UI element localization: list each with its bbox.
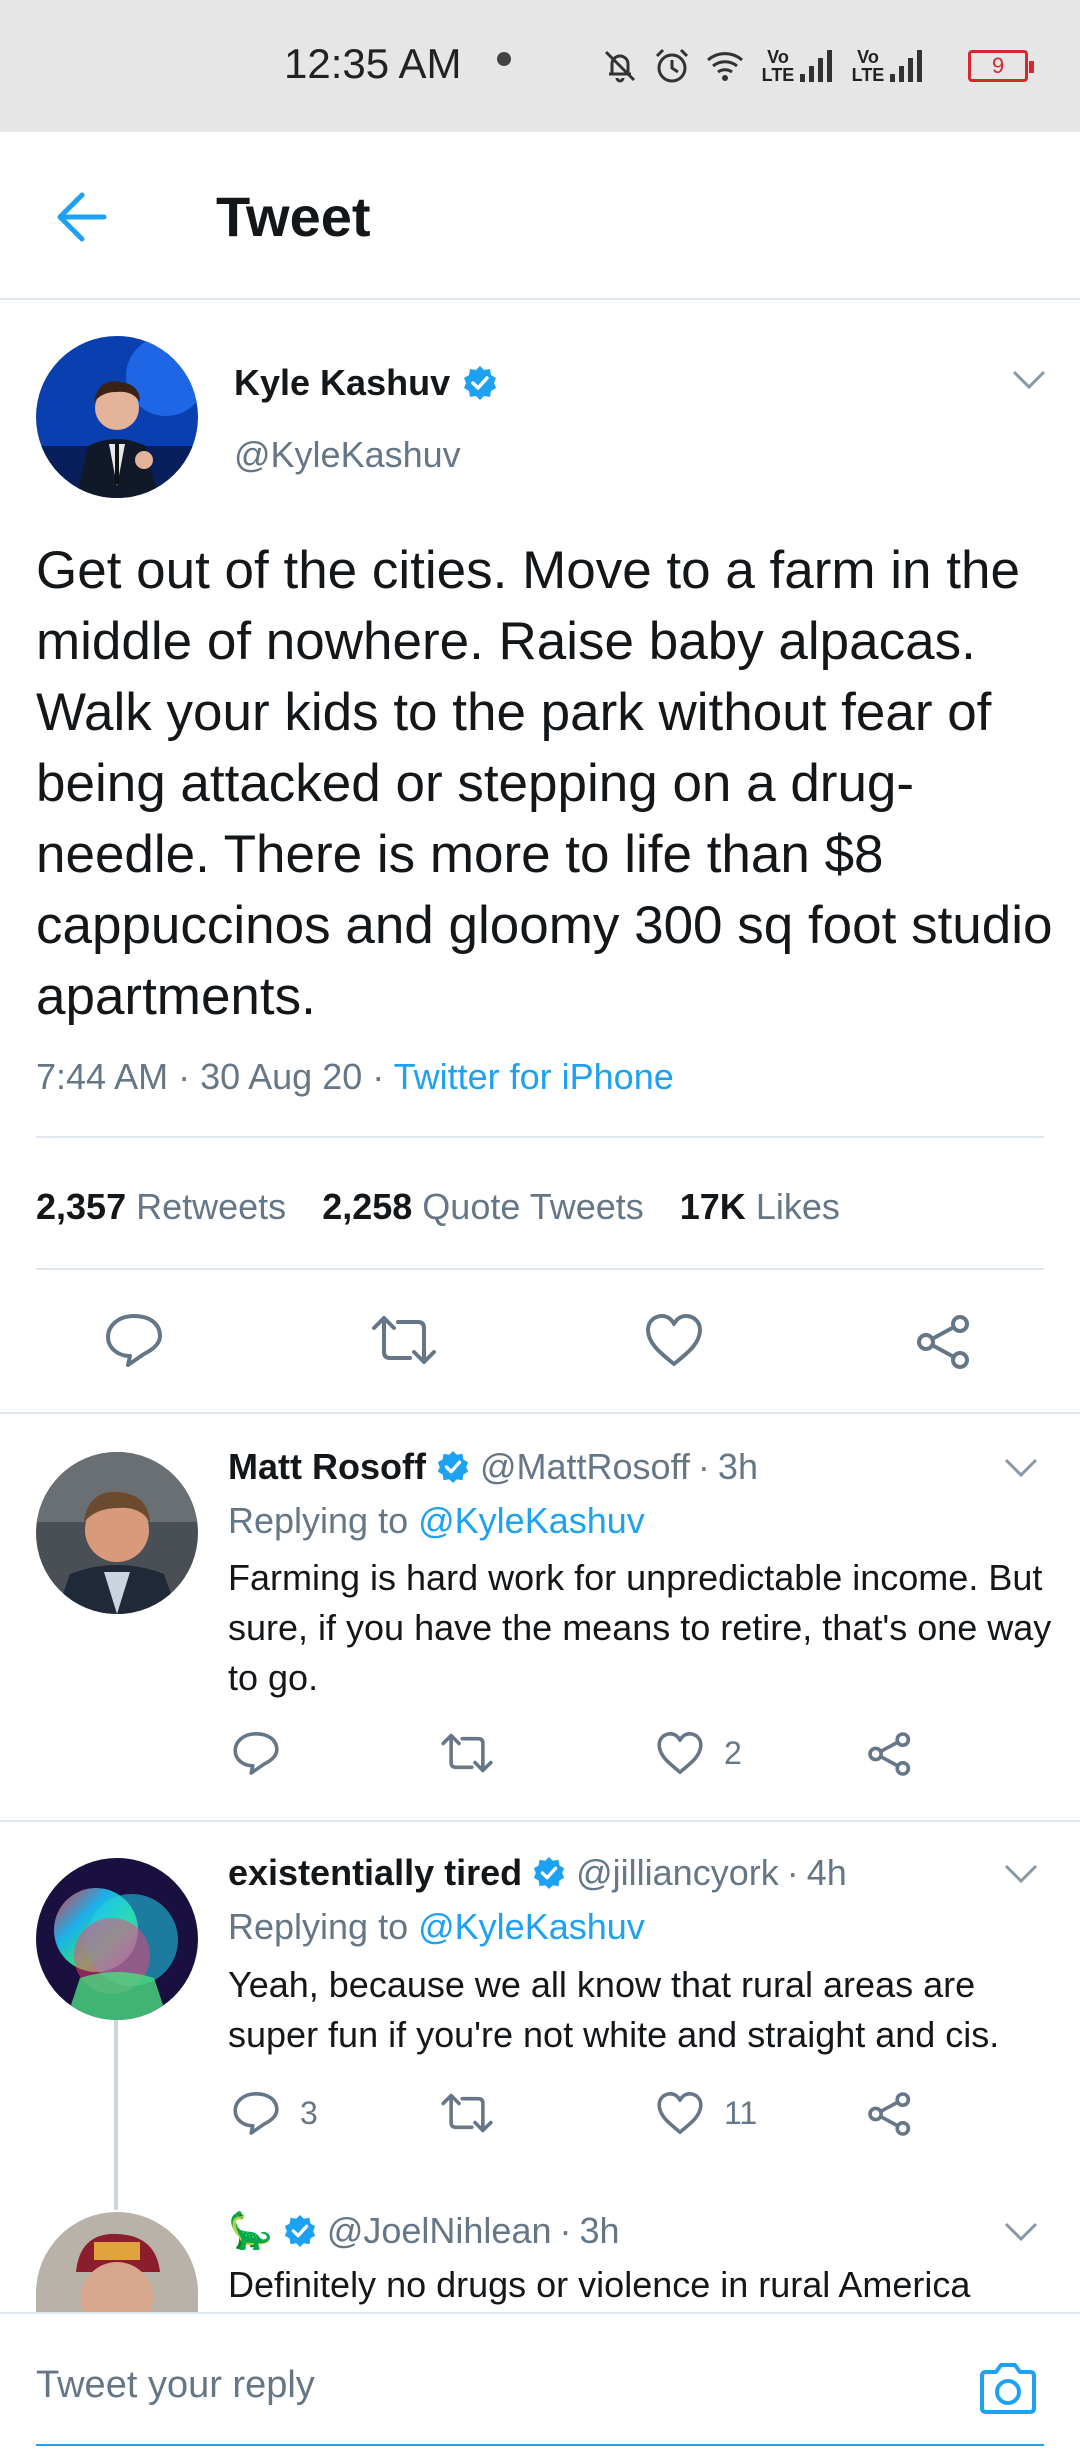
retweet-button[interactable] [440,2090,514,2136]
share-button[interactable] [866,2090,914,2138]
retweets-stat[interactable]: 2,357 Retweets [36,1186,286,1228]
heart-icon [657,1732,703,1774]
divider [36,1136,1044,1138]
reply-author-handle[interactable]: @MattRosoff [480,1446,690,1488]
verified-badge-icon [534,1856,565,1890]
status-icons: Vo LTE Vo LTE [600,44,926,88]
chevron-down-icon[interactable] [1004,1864,1038,1884]
tweet-stats: 2,357 Retweets 2,258 Quote Tweets 17K Li… [36,1186,840,1228]
reply-button[interactable]: 3 [232,2090,318,2136]
like-count: 11 [724,2094,758,2131]
reply-text: Farming is hard work for unpredictable i… [228,1557,1052,1698]
reply-header: Matt Rosoff @MattRosoff · 3h [228,1446,758,1488]
replying-to: Replying to @KyleKashuv [228,1906,645,1947]
like-button[interactable] [644,1312,704,1368]
avatar[interactable] [36,2212,198,2312]
status-time: 12:35 AM [284,40,462,87]
retweet-button[interactable] [370,1312,438,1368]
tweet-date: 30 Aug 20 [200,1056,363,1097]
composer-underline [36,2444,1044,2446]
reply-text: Definitely no drugs or violence in rural… [228,2264,971,2305]
reply-time: 3h [717,1446,758,1487]
retweet-icon [441,2093,493,2133]
replying-to: Replying to @KyleKashuv [228,1500,645,1541]
reply-author-name[interactable]: 🦕 [228,2210,273,2252]
reply-time: 4h [806,1852,847,1893]
retweet-icon [372,1316,436,1364]
like-button[interactable]: 2 [656,1730,742,1776]
author-name[interactable]: Kyle Kashuv [234,362,498,404]
reply-actions: 3 11 [0,2090,1080,2150]
reply-button[interactable] [104,1312,164,1368]
tweet-actions [0,1312,1080,1372]
network-lte-label-2: Vo LTE [848,48,926,84]
chevron-down-icon[interactable] [1004,1458,1038,1478]
mention-link[interactable]: @KyleKashuv [418,1906,645,1947]
share-button[interactable] [914,1312,974,1372]
mention-link[interactable]: @KyleKashuv [418,1500,645,1541]
divider [0,1820,1080,1822]
reply-author-handle[interactable]: @jilliancyork [576,1852,779,1894]
network-lte-label: Vo LTE [758,48,836,84]
reply-composer: Tweet your reply [0,2312,1080,2460]
retweet-icon [441,1733,493,1773]
quote-tweets-stat[interactable]: 2,258 Quote Tweets [322,1186,644,1228]
app-header: Tweet [0,132,1080,300]
share-icon [917,1315,969,1369]
reply-header: existentially tired @jilliancyork · 4h [228,1852,847,1894]
reply-icon [233,2091,279,2135]
heart-icon [657,2091,703,2134]
mute-icon [600,46,640,86]
reply-author-name[interactable]: Matt Rosoff [228,1446,426,1488]
reply-input[interactable]: Tweet your reply [36,2364,315,2407]
like-button[interactable]: 11 [656,2090,757,2136]
retweet-button[interactable] [440,1730,514,1776]
reply-actions: 2 [0,1730,1080,1790]
reply-icon [106,1314,162,1367]
like-count: 2 [724,1734,742,1771]
status-bar: 12:35 AM Vo LTE Vo LTE 9 [0,0,1080,132]
back-arrow-icon[interactable] [52,190,112,244]
verified-badge-icon [464,366,497,400]
alarm-icon [652,46,692,86]
share-icon [868,1732,911,1776]
verified-badge-icon [284,2214,315,2248]
tweet-text: Get out of the cities. Move to a farm in… [36,541,1053,1026]
author-handle[interactable]: @KyleKashuv [234,434,461,476]
heart-icon [646,1314,702,1366]
tweet-time: 7:44 AM [36,1056,169,1097]
reply-icon [233,1732,279,1775]
chevron-down-icon[interactable] [1004,2222,1038,2242]
reply-count: 3 [300,2094,318,2131]
likes-stat[interactable]: 17K Likes [680,1186,840,1228]
reply-author-name[interactable]: existentially tired [228,1852,522,1894]
tweet-source-link[interactable]: Twitter for iPhone [394,1056,674,1097]
reply-time: 3h [579,2210,620,2251]
share-icon [868,2092,911,2136]
share-button[interactable] [866,1730,914,1778]
divider [0,1412,1080,1414]
avatar[interactable] [36,1858,198,2020]
chevron-down-icon[interactable] [1012,370,1046,390]
verified-badge-icon [437,1450,469,1484]
reply-button[interactable] [232,1730,300,1776]
page-title: Tweet [216,185,371,248]
avatar[interactable] [36,1452,198,1614]
reply-text: Yeah, because we all know that rural are… [228,1964,1000,2055]
reply-header: 🦕 @JoelNihlean · 3h [228,2210,620,2252]
divider [36,1268,1044,1270]
wifi-icon [704,46,746,86]
tweet-meta: 7:44 AM · 30 Aug 20 · Twitter for iPhone [36,1056,674,1097]
avatar[interactable] [36,336,198,498]
reply-author-handle[interactable]: @JoelNihlean [327,2210,552,2252]
camera-icon[interactable] [976,2360,1040,2418]
battery-icon: 9 [968,50,1034,82]
notification-dot-icon [497,52,511,66]
